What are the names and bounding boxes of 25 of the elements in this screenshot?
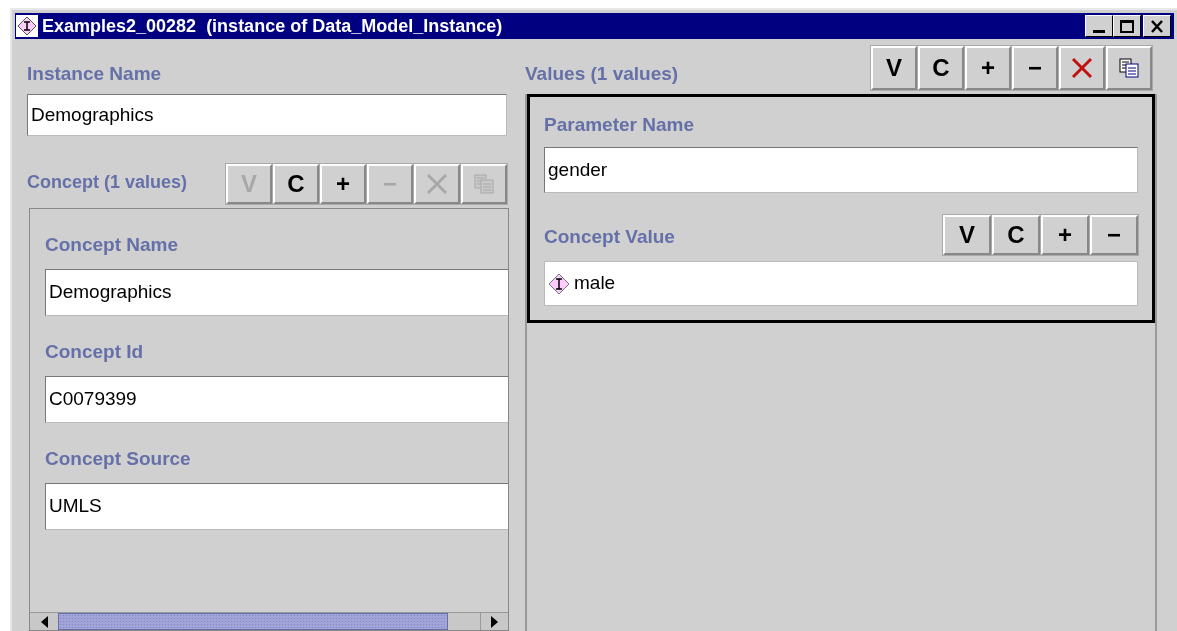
text-field[interactable]: UMLS (45, 483, 508, 530)
toolbar-button[interactable]: − (1090, 215, 1138, 255)
list-item[interactable]: male (548, 269, 616, 298)
field-label: Concept Source (45, 446, 191, 471)
toolbar-button[interactable]: + (965, 46, 1011, 90)
window-title: Examples2_00282 (instance of Data_Model_Instance) (42, 14, 503, 38)
toolbar-button[interactable]: C (273, 164, 319, 204)
text-field[interactable]: Demographics (27, 94, 507, 136)
toolbar-button[interactable]: − (1012, 46, 1058, 90)
toolbar-button[interactable]: C (918, 46, 964, 90)
toolbar-button[interactable]: + (1041, 215, 1089, 255)
field-label: Instance Name (27, 61, 162, 86)
toolbar-button[interactable]: C (992, 215, 1040, 255)
text-field[interactable]: gender (544, 147, 1138, 193)
toolbar-button[interactable]: V (871, 46, 917, 90)
field-label: Concept Name (45, 232, 179, 257)
field-label: Concept Value (544, 224, 675, 249)
section-label: Values (1 values) (525, 61, 679, 86)
field-label: Concept Id (45, 339, 144, 364)
text-field[interactable]: Demographics (45, 269, 508, 316)
toolbar-button[interactable]: + (320, 164, 366, 204)
text-field[interactable]: C0079399 (45, 376, 508, 423)
section-label: Concept (1 values) (27, 171, 188, 194)
field-label: Parameter Name (544, 112, 694, 137)
toolbar-button[interactable]: V (943, 215, 991, 255)
